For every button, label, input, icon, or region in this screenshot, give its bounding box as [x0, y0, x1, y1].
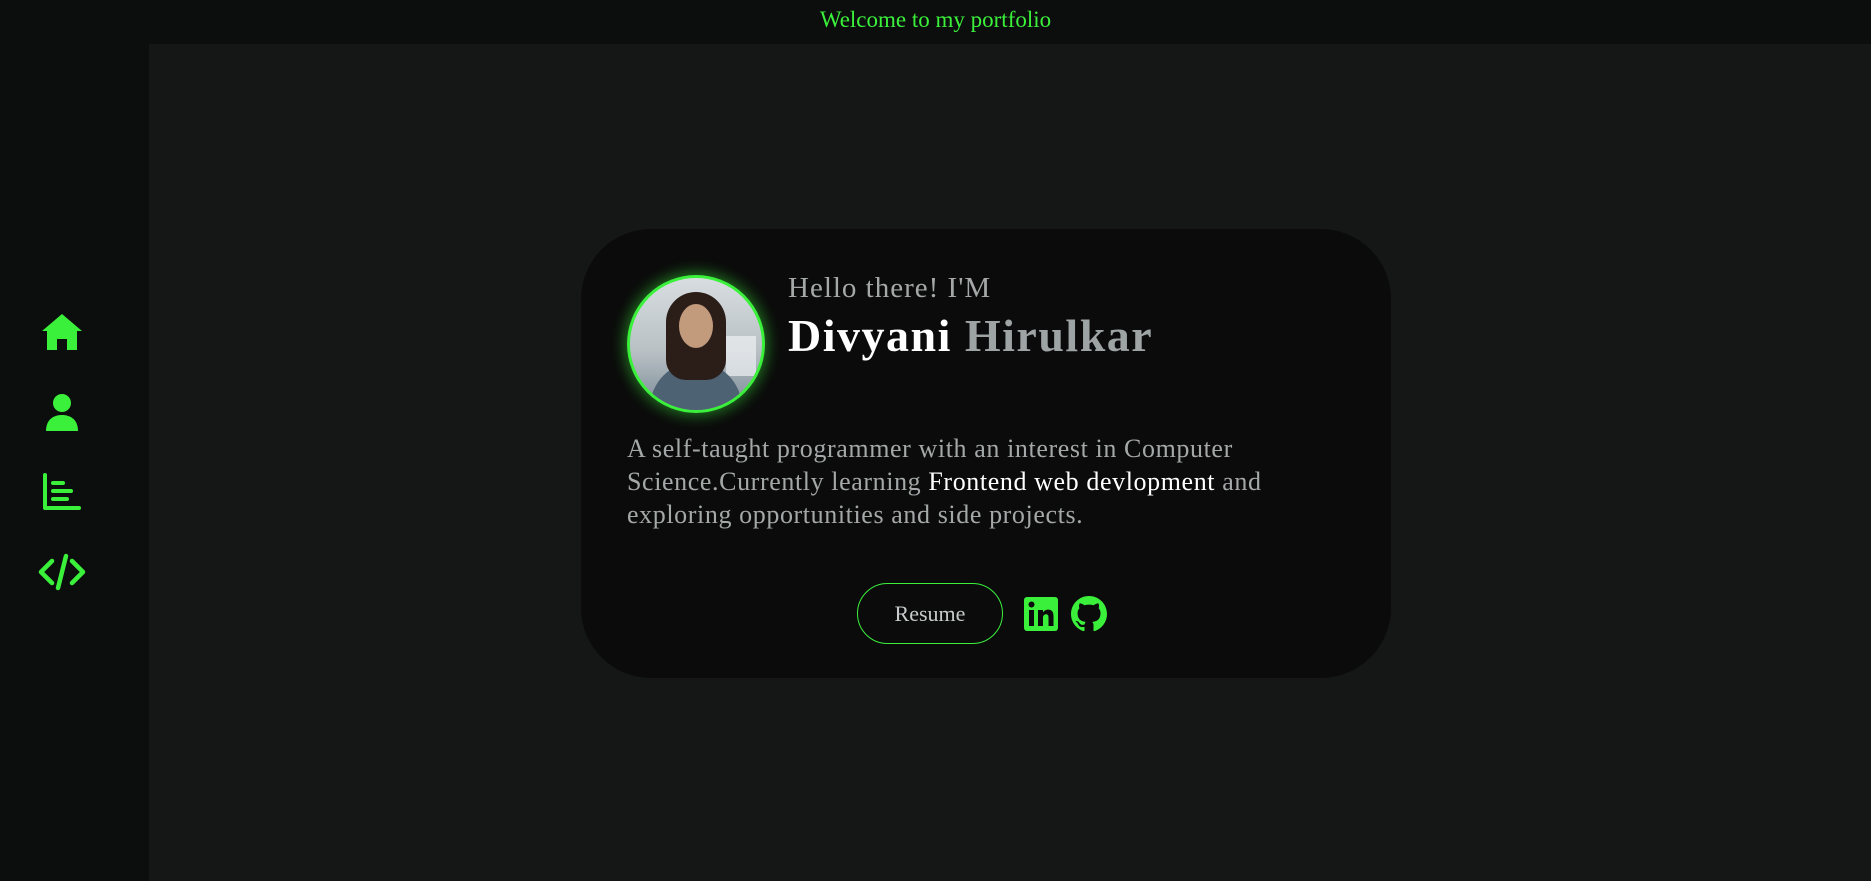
home-icon	[42, 314, 82, 350]
code-icon	[38, 553, 86, 591]
sidebar-item-skills[interactable]	[38, 468, 86, 516]
chart-icon	[43, 473, 81, 510]
sidebar-item-projects[interactable]	[38, 548, 86, 596]
avatar	[627, 275, 765, 413]
github-icon	[1071, 596, 1107, 632]
page-title: Divyani Hirulkar	[788, 309, 1153, 362]
sidebar-item-home[interactable]	[38, 308, 86, 356]
sidebar-item-about[interactable]	[38, 388, 86, 436]
top-banner: Welcome to my portfolio	[0, 0, 1871, 44]
linkedin-link[interactable]	[1023, 596, 1059, 632]
linkedin-icon	[1024, 597, 1058, 631]
bio-highlight: Frontend web devlopment	[928, 467, 1216, 496]
user-icon	[46, 394, 78, 431]
greeting-text: Hello there! I'M	[788, 272, 992, 304]
sidebar-nav	[0, 44, 149, 881]
welcome-text: Welcome to my portfolio	[819, 7, 1052, 32]
bio-text: A self-taught programmer with an interes…	[627, 432, 1347, 531]
resume-button[interactable]: Resume	[857, 583, 1003, 644]
first-name: Divyani	[788, 310, 952, 361]
last-name: Hirulkar	[964, 310, 1154, 361]
github-link[interactable]	[1071, 596, 1107, 632]
